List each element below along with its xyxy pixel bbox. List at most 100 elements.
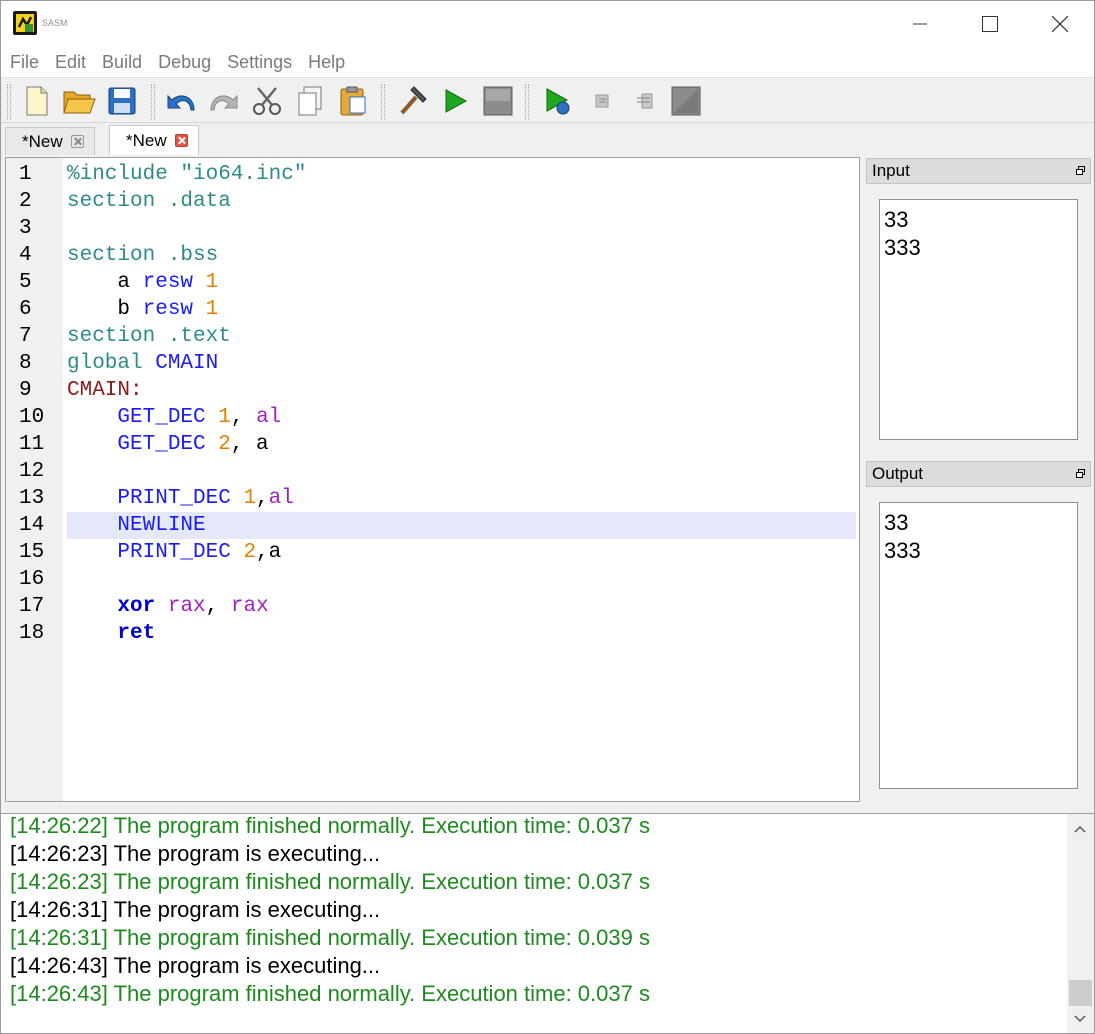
output-textbox[interactable]: 33 333 bbox=[879, 502, 1078, 789]
paste-button[interactable] bbox=[336, 84, 370, 118]
new-file-button[interactable] bbox=[20, 84, 54, 118]
step-over-icon bbox=[637, 93, 653, 109]
code-text[interactable]: CMAIN: bbox=[67, 377, 856, 404]
close-window-button[interactable] bbox=[1025, 1, 1095, 47]
code-line[interactable]: 6 b resw 1 bbox=[6, 296, 859, 323]
redo-button[interactable] bbox=[207, 84, 241, 118]
code-token: CMAIN: bbox=[67, 379, 143, 402]
code-line[interactable]: 16 bbox=[6, 566, 859, 593]
maximize-icon bbox=[982, 16, 998, 32]
input-textbox[interactable]: 33 333 bbox=[879, 199, 1078, 440]
undo-button[interactable] bbox=[164, 84, 198, 118]
code-line[interactable]: 8 global CMAIN bbox=[6, 350, 859, 377]
code-token: PRINT_DEC bbox=[67, 541, 244, 564]
line-number: 12 bbox=[19, 460, 45, 483]
code-token: al bbox=[268, 487, 294, 510]
menu-settings[interactable]: Settings bbox=[227, 52, 292, 73]
code-text[interactable]: xor rax, rax bbox=[67, 593, 856, 620]
code-line[interactable]: 18 ret bbox=[6, 620, 859, 647]
scroll-down-icon[interactable] bbox=[1073, 1012, 1087, 1026]
menu-build[interactable]: Build bbox=[102, 52, 142, 73]
cut-button[interactable] bbox=[250, 84, 284, 118]
minimize-icon bbox=[913, 23, 927, 25]
code-line[interactable]: 3 bbox=[6, 215, 859, 242]
code-text[interactable]: NEWLINE bbox=[67, 512, 856, 539]
code-text[interactable]: section .bss bbox=[67, 242, 856, 269]
code-line[interactable]: 15 PRINT_DEC 2,a bbox=[6, 539, 859, 566]
line-number: 3 bbox=[19, 217, 32, 240]
build-log[interactable]: [14:26:43] The program finished normally… bbox=[1, 813, 1094, 1033]
code-line[interactable]: 11 GET_DEC 2, a bbox=[6, 431, 859, 458]
undock-icon[interactable] bbox=[1076, 166, 1085, 175]
output-panel-title: Output bbox=[872, 464, 924, 483]
log-scrollbar[interactable] bbox=[1067, 814, 1094, 1033]
copy-button[interactable] bbox=[293, 84, 327, 118]
step-over-button[interactable] bbox=[628, 84, 662, 118]
output-line: 33 bbox=[884, 510, 909, 535]
save-file-button[interactable] bbox=[105, 84, 139, 118]
step-into-button[interactable] bbox=[585, 84, 619, 118]
code-text[interactable]: ret bbox=[67, 620, 856, 647]
undock-icon[interactable] bbox=[1076, 469, 1085, 478]
play-icon bbox=[445, 89, 468, 113]
code-line[interactable]: 9 CMAIN: bbox=[6, 377, 859, 404]
menu-edit[interactable]: Edit bbox=[55, 52, 86, 73]
code-text[interactable]: section .text bbox=[67, 323, 856, 350]
code-line[interactable]: 5 a resw 1 bbox=[6, 269, 859, 296]
code-line[interactable]: 1 %include "io64.inc" bbox=[6, 161, 859, 188]
code-text[interactable]: b resw 1 bbox=[67, 296, 856, 323]
line-number: 1 bbox=[19, 163, 32, 186]
open-file-button[interactable] bbox=[62, 84, 96, 118]
scroll-up-icon[interactable] bbox=[1073, 822, 1087, 836]
menu-file[interactable]: File bbox=[10, 52, 39, 73]
code-text[interactable]: section .data bbox=[67, 188, 856, 215]
code-line[interactable]: 7 section .text bbox=[6, 323, 859, 350]
debug-button[interactable] bbox=[540, 84, 574, 118]
code-text[interactable]: GET_DEC 1, al bbox=[67, 404, 856, 431]
input-line: 33 bbox=[884, 207, 909, 232]
code-line[interactable]: 12 bbox=[6, 458, 859, 485]
stop-button[interactable] bbox=[481, 84, 515, 118]
maximize-button[interactable] bbox=[955, 1, 1025, 47]
code-token: GET_DEC bbox=[67, 406, 219, 429]
code-line[interactable]: 2 section .data bbox=[6, 188, 859, 215]
save-disk-icon bbox=[108, 87, 136, 115]
build-button[interactable] bbox=[395, 84, 429, 118]
debug-stop-icon bbox=[671, 86, 701, 116]
code-text[interactable] bbox=[67, 458, 856, 485]
tab-new-2[interactable]: *New bbox=[109, 125, 199, 155]
line-number: 2 bbox=[19, 190, 32, 213]
close-tab-icon[interactable] bbox=[174, 134, 188, 147]
code-token: al bbox=[256, 406, 282, 429]
tab-new-1[interactable]: *New bbox=[5, 127, 95, 155]
code-text[interactable]: PRINT_DEC 1,al bbox=[67, 485, 856, 512]
code-text[interactable]: global CMAIN bbox=[67, 350, 856, 377]
code-line[interactable]: 4 section .bss bbox=[6, 242, 859, 269]
code-text[interactable]: a resw 1 bbox=[67, 269, 856, 296]
menu-help[interactable]: Help bbox=[308, 52, 345, 73]
line-number: 15 bbox=[19, 541, 45, 564]
code-line[interactable]: 13 PRINT_DEC 1,al bbox=[6, 485, 859, 512]
code-line[interactable]: 14 NEWLINE bbox=[6, 512, 859, 539]
line-number: 16 bbox=[19, 568, 45, 591]
undo-icon bbox=[167, 94, 195, 111]
code-text[interactable] bbox=[67, 215, 856, 242]
run-button[interactable] bbox=[438, 84, 472, 118]
debug-stop-button[interactable] bbox=[669, 84, 703, 118]
menu-debug[interactable]: Debug bbox=[158, 52, 211, 73]
code-text[interactable] bbox=[67, 566, 856, 593]
code-token: resw bbox=[142, 271, 194, 294]
code-text[interactable]: PRINT_DEC 2,a bbox=[67, 539, 856, 566]
code-text[interactable]: %include "io64.inc" bbox=[67, 161, 856, 188]
copy-icon bbox=[298, 86, 322, 116]
scrollbar-thumb[interactable] bbox=[1069, 980, 1092, 1006]
code-editor[interactable]: 1 %include "io64.inc" 2 section .data 3 4 sec… bbox=[5, 157, 860, 802]
code-line[interactable]: 10 GET_DEC 1, al bbox=[6, 404, 859, 431]
code-line[interactable]: 17 xor rax, rax bbox=[6, 593, 859, 620]
code-text[interactable]: GET_DEC 2, a bbox=[67, 431, 856, 458]
minimize-button[interactable] bbox=[885, 1, 955, 47]
close-tab-icon[interactable] bbox=[70, 135, 84, 148]
toolbar-separator bbox=[525, 84, 529, 120]
toolbar-separator bbox=[151, 84, 155, 120]
